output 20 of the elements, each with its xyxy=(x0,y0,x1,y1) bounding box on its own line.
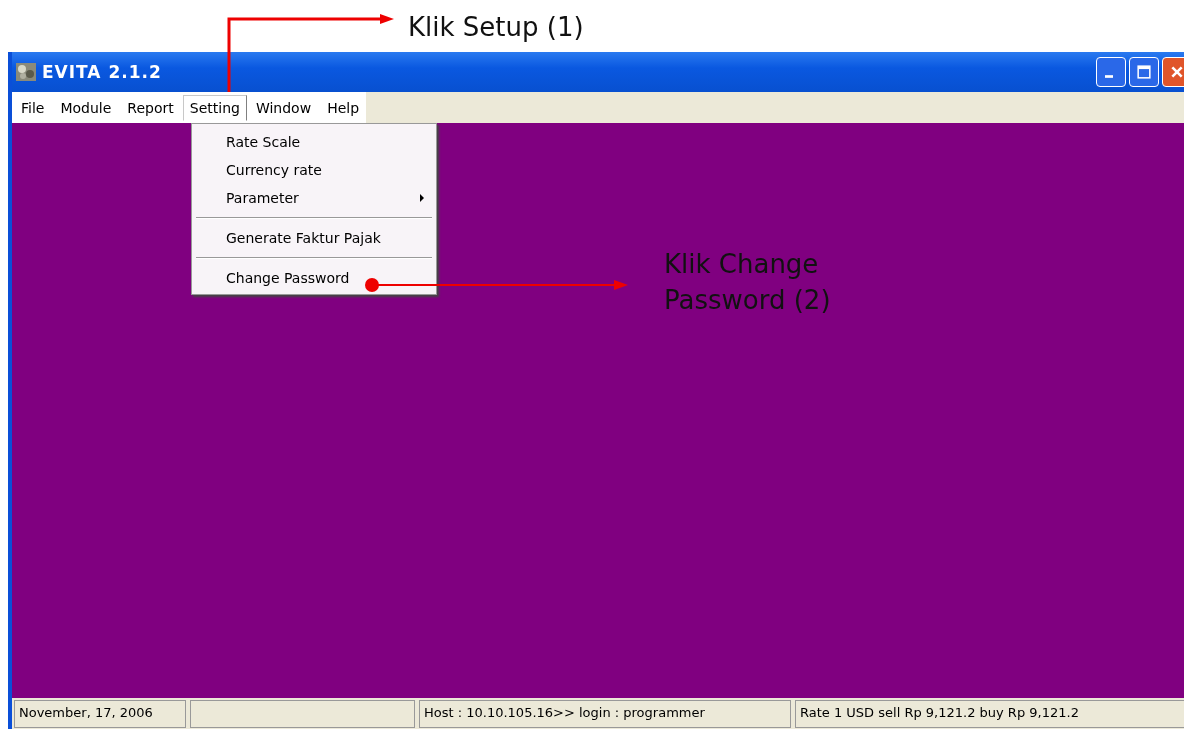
app-icon xyxy=(16,63,36,81)
maximize-button[interactable] xyxy=(1129,57,1159,87)
status-panel: Host : 10.10.105.16>> login : programmer xyxy=(419,700,791,728)
menu-item[interactable]: Change Password xyxy=(192,264,436,292)
close-button[interactable] xyxy=(1162,57,1184,87)
minimize-button[interactable] xyxy=(1096,57,1126,87)
submenu-arrow-icon xyxy=(420,194,424,202)
menu-item[interactable]: Generate Faktur Pajak xyxy=(192,224,436,252)
annotation-text: Klik Change Password (2) xyxy=(664,248,831,317)
close-icon xyxy=(1170,65,1184,79)
minimize-icon xyxy=(1105,74,1113,78)
status-panel: November, 17, 2006 xyxy=(14,700,186,728)
maximize-icon xyxy=(1137,65,1151,79)
menu-item[interactable]: Currency rate xyxy=(192,156,436,184)
menu-item[interactable]: Rate Scale xyxy=(192,128,436,156)
menu-item[interactable]: Setting xyxy=(182,94,247,121)
menu-item[interactable]: Parameter xyxy=(192,184,436,212)
annotation-text: Klik Setup (1) xyxy=(408,11,584,44)
window-title: EVITA 2.1.2 xyxy=(42,62,162,82)
status-panel: Rate 1 USD sell Rp 9,121.2 buy Rp 9,121.2 xyxy=(795,700,1184,728)
